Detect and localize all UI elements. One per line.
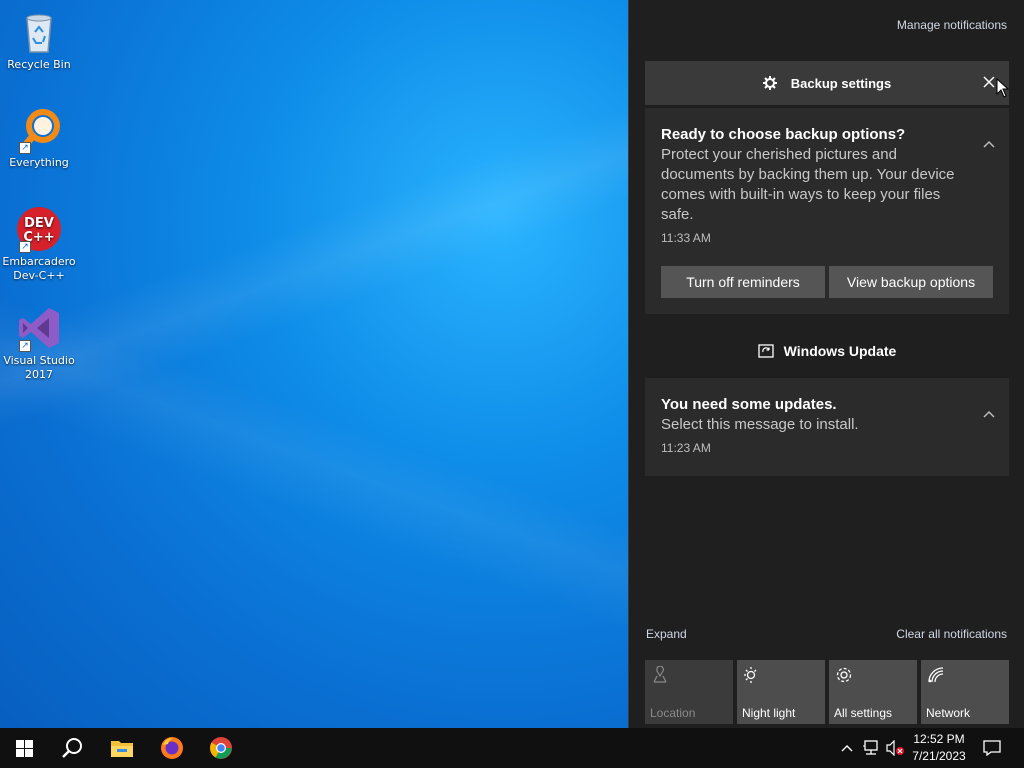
windows-logo-icon (15, 739, 33, 757)
gear-icon (835, 666, 853, 684)
shortcut-arrow-icon: ↗ (19, 340, 31, 352)
mouse-cursor-icon (996, 77, 1010, 98)
view-backup-options-button[interactable]: View backup options (829, 266, 993, 298)
desktop: Recycle Bin ↗ Everything DEV C++ ↗ Embar… (0, 0, 628, 728)
desktop-icon-label: Everything (9, 156, 69, 169)
file-explorer-button[interactable] (98, 728, 146, 768)
notification-body: Select this message to install. (661, 416, 859, 433)
everything-search-icon: ↗ (15, 106, 63, 154)
desktop-icon-recycle-bin[interactable]: Recycle Bin (2, 8, 76, 72)
quick-action-night-light[interactable]: Night light (737, 660, 825, 724)
volume-tray-icon[interactable] (884, 728, 906, 768)
notification-time: 11:33 AM (661, 231, 711, 245)
notification-icon (983, 740, 1001, 756)
notification-title: Ready to choose backup options? (661, 126, 906, 143)
show-hidden-icons-button[interactable] (838, 728, 856, 768)
update-icon (758, 343, 774, 359)
chevron-up-icon[interactable] (983, 138, 995, 150)
clock-time: 12:52 PM (913, 732, 965, 746)
notification-body: Protect your cherished pictures and docu… (661, 146, 955, 223)
gear-icon (762, 76, 777, 90)
close-icon[interactable] (983, 76, 995, 88)
desktop-icon-devcpp[interactable]: DEV C++ ↗ Embarcadero Dev-C++ (2, 205, 76, 283)
search-button[interactable] (48, 728, 96, 768)
network-tray-icon[interactable] (860, 728, 882, 768)
quick-action-label: Location (650, 706, 696, 720)
quick-action-all-settings[interactable]: All settings (829, 660, 917, 724)
notification-title: You need some updates. (661, 396, 837, 413)
devcpp-icon: DEV C++ ↗ (15, 205, 63, 253)
notification-time: 11:23 AM (661, 441, 711, 455)
manage-notifications-link[interactable]: Manage notifications (897, 18, 1007, 32)
chrome-icon (209, 736, 233, 760)
taskbar-clock[interactable]: 12:52 PM 7/21/2023 (905, 731, 973, 765)
wired-network-icon (862, 740, 880, 756)
search-icon (61, 737, 83, 759)
action-center-button[interactable] (978, 728, 1006, 768)
action-center: Manage notifications Backup settings Rea… (628, 0, 1024, 728)
svg-text:DEV: DEV (24, 216, 54, 231)
desktop-icon-label: Visual Studio 2017 (3, 354, 75, 381)
quick-action-label: Night light (742, 706, 796, 720)
night-light-icon (743, 666, 761, 684)
location-icon (651, 665, 669, 684)
quick-action-label: All settings (834, 706, 893, 720)
recycle-bin-icon (15, 8, 63, 56)
quick-action-location[interactable]: Location (645, 660, 733, 724)
desktop-icon-everything[interactable]: ↗ Everything (2, 106, 76, 170)
turn-off-reminders-button[interactable]: Turn off reminders (661, 266, 825, 298)
backup-notification-card[interactable]: Ready to choose backup options? Protect … (645, 108, 1009, 314)
update-notification-card[interactable]: You need some updates. Select this messa… (645, 378, 1009, 476)
network-icon (927, 666, 945, 684)
shortcut-arrow-icon: ↗ (19, 142, 31, 154)
backup-settings-group-header[interactable]: Backup settings (645, 61, 1009, 105)
quick-action-network[interactable]: Network (921, 660, 1009, 724)
start-button[interactable] (0, 728, 48, 768)
folder-icon (110, 738, 134, 758)
shortcut-arrow-icon: ↗ (19, 241, 31, 253)
firefox-icon (160, 736, 184, 760)
quick-action-label: Network (926, 706, 971, 720)
expand-link[interactable]: Expand (646, 627, 687, 641)
volume-muted-icon (885, 740, 905, 756)
visual-studio-icon: ↗ (15, 304, 63, 352)
clock-date: 7/21/2023 (912, 749, 966, 763)
group-header-title: Backup settings (790, 75, 892, 91)
firefox-button[interactable] (148, 728, 196, 768)
desktop-icon-visual-studio[interactable]: ↗ Visual Studio 2017 (2, 304, 76, 382)
group-header-title: Windows Update (783, 343, 897, 359)
windows-update-group-header[interactable]: Windows Update (645, 343, 1009, 359)
desktop-icon-label: Recycle Bin (7, 58, 71, 71)
clear-all-notifications-link[interactable]: Clear all notifications (896, 627, 1007, 641)
desktop-icon-label: Embarcadero Dev-C++ (2, 255, 76, 282)
chevron-up-icon[interactable] (983, 408, 995, 420)
taskbar: 12:52 PM 7/21/2023 (0, 728, 1024, 768)
chevron-up-icon (841, 744, 853, 752)
chrome-button[interactable] (197, 728, 245, 768)
